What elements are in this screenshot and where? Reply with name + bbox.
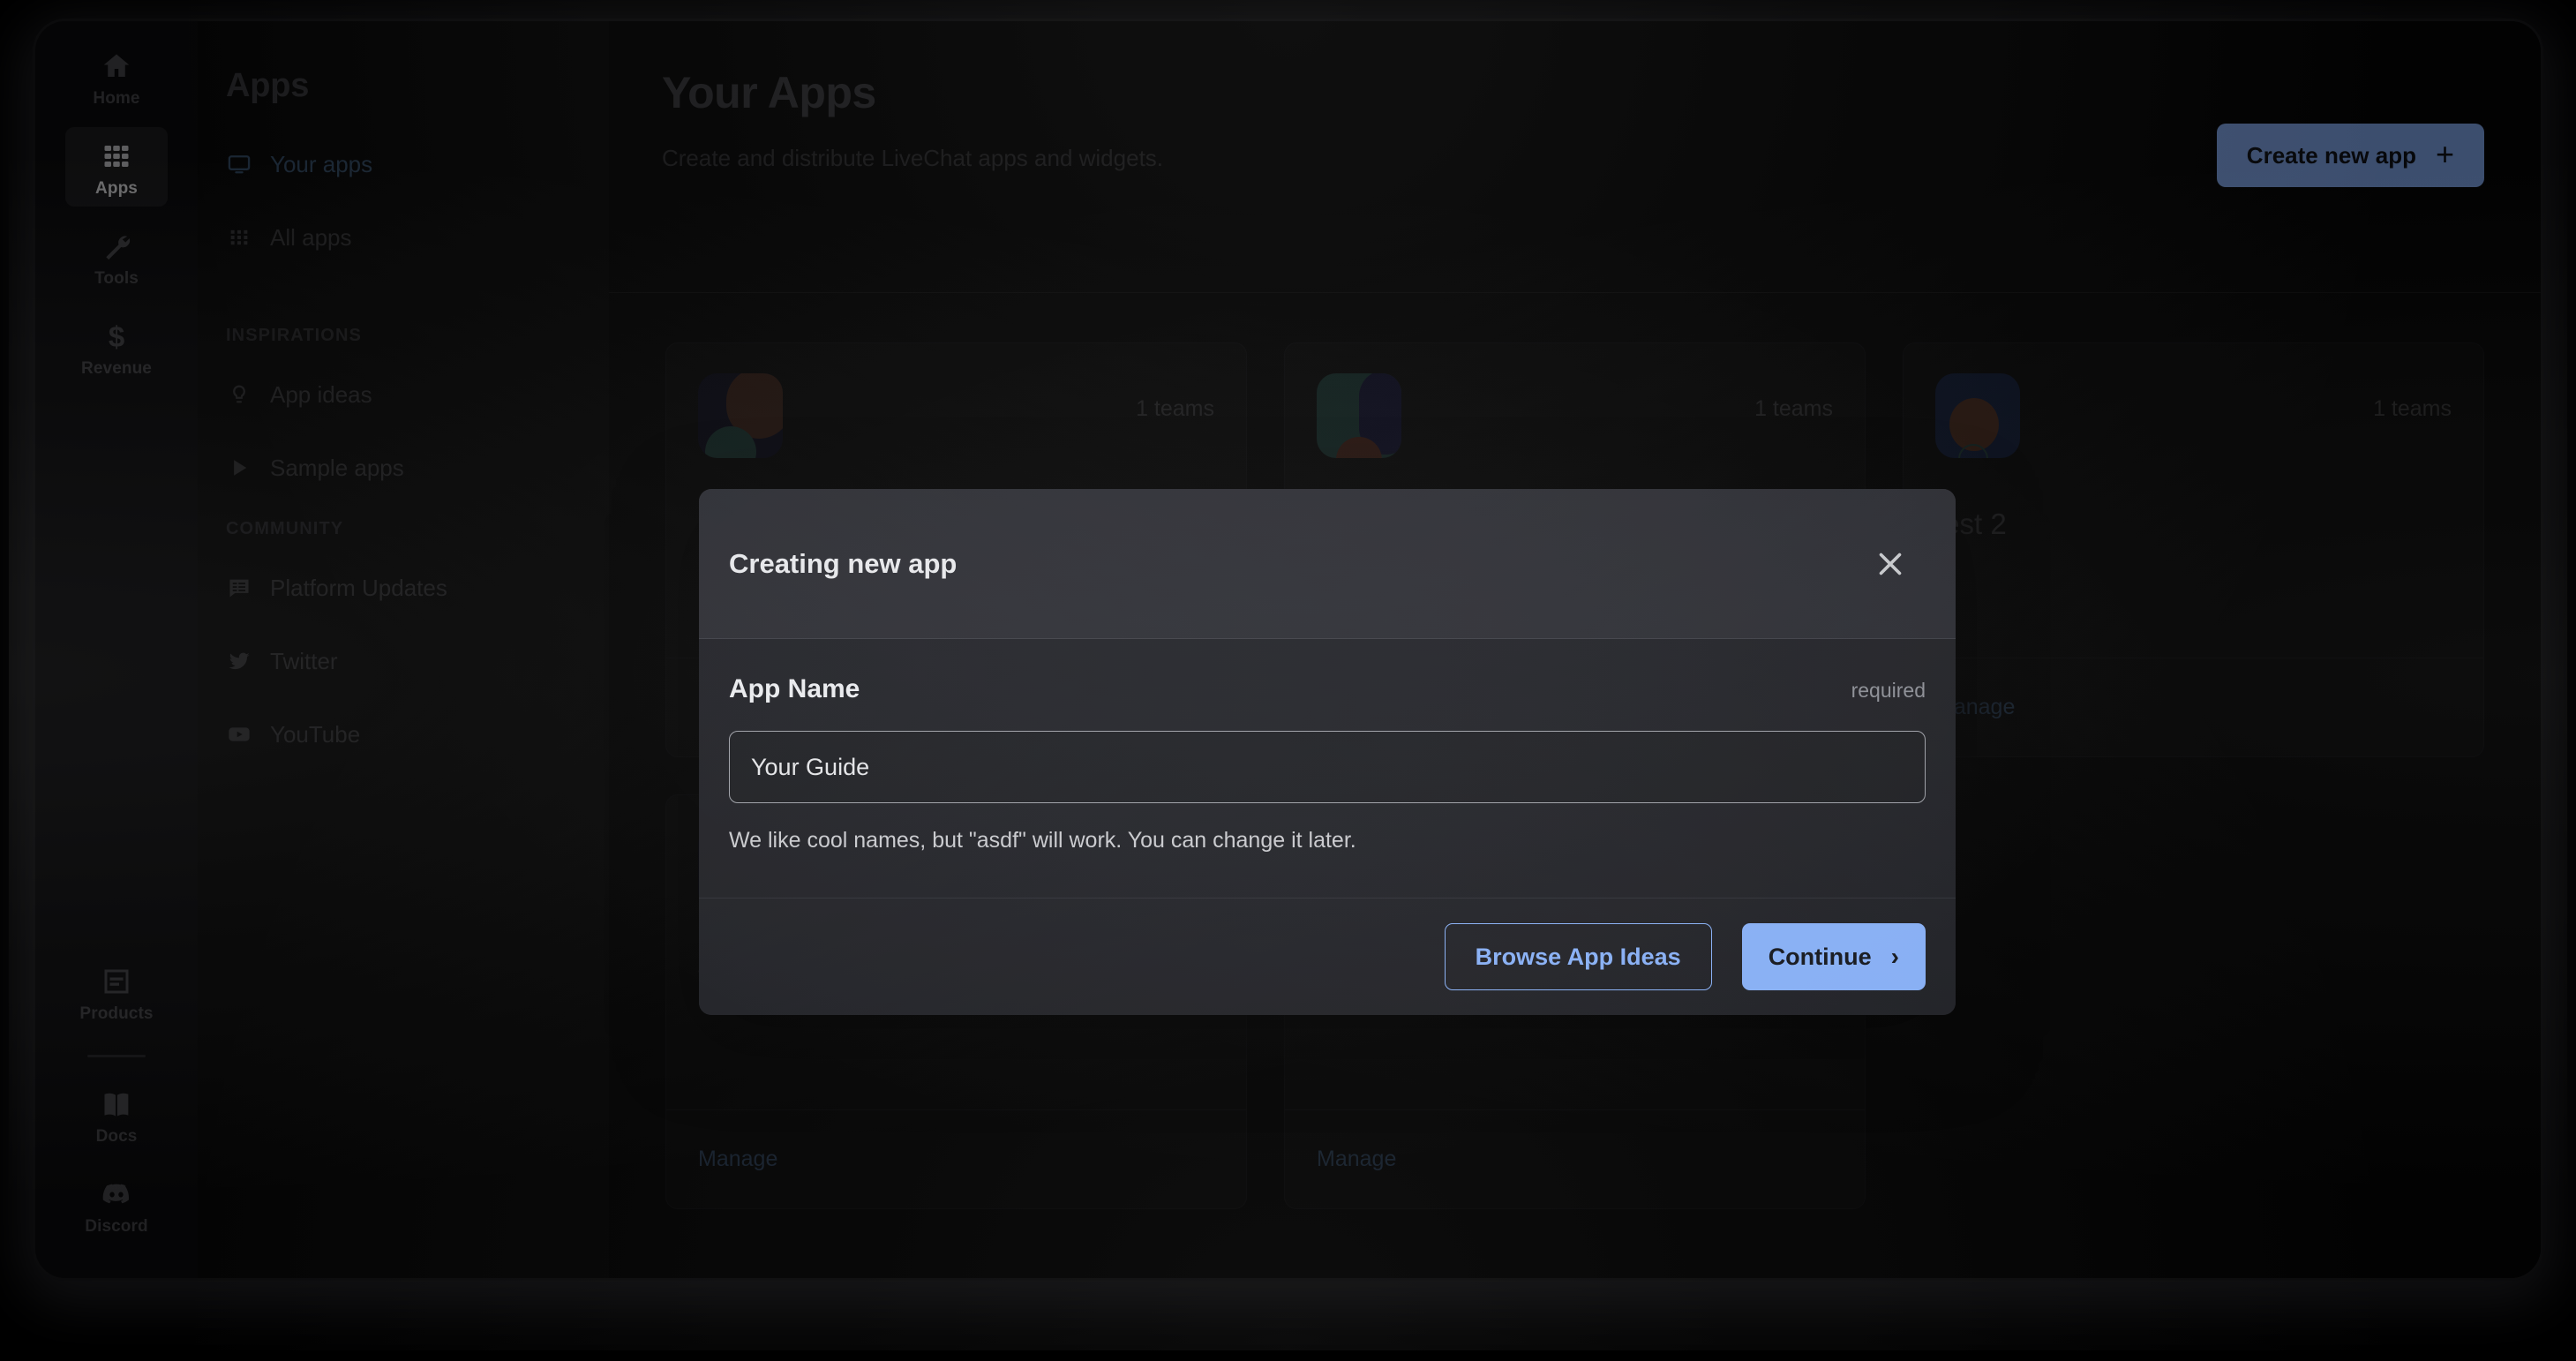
app-name-field-row: App Name required	[729, 674, 1926, 704]
close-icon[interactable]	[1866, 539, 1915, 589]
continue-button[interactable]: Continue ›	[1741, 923, 1926, 990]
chevron-right-icon: ›	[1890, 943, 1899, 970]
modal-header: Creating new app	[699, 489, 1956, 639]
browser-frame: Home Apps Tools	[35, 21, 2541, 1278]
app-name-label: App Name	[729, 674, 860, 703]
modal-footer: Browse App Ideas Continue ›	[699, 899, 1956, 1015]
browse-app-ideas-label: Browse App Ideas	[1475, 943, 1681, 970]
app-name-hint: We like cool names, but "asdf" will work…	[729, 828, 1356, 853]
browse-app-ideas-button[interactable]: Browse App Ideas	[1444, 923, 1712, 990]
modal-title: Creating new app	[729, 547, 958, 579]
creating-new-app-modal: Creating new app App Name required We li…	[699, 489, 1956, 1015]
modal-body: App Name required We like cool names, bu…	[699, 639, 1956, 899]
required-badge: required	[1851, 679, 1926, 702]
continue-label: Continue	[1768, 943, 1872, 970]
app-name-input[interactable]	[729, 731, 1926, 803]
